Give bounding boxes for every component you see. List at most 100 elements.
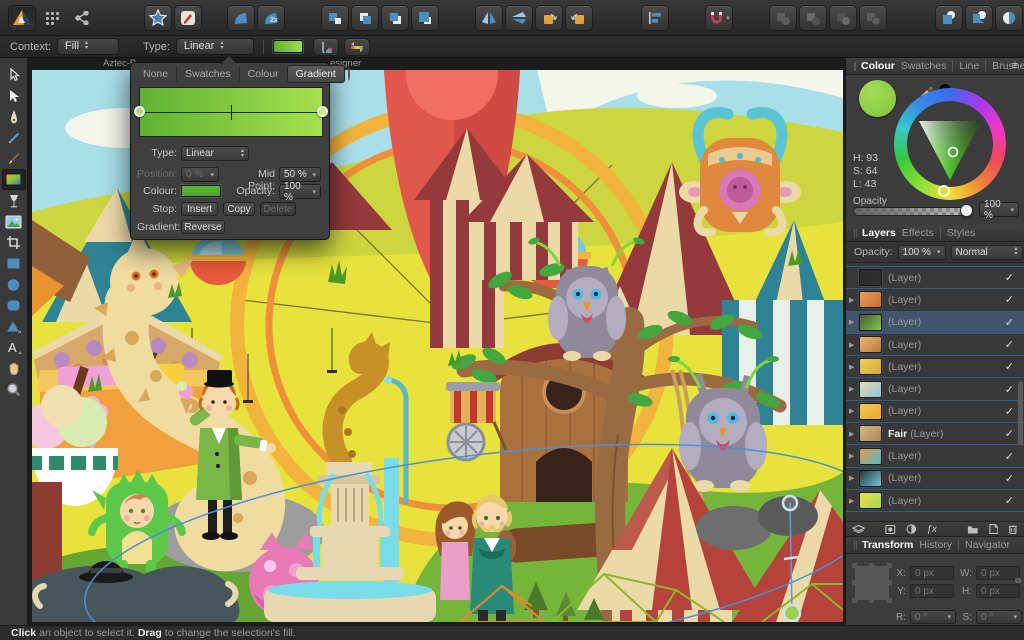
expand-arrow-icon[interactable]: ▶ (849, 385, 859, 393)
pen-tool[interactable] (2, 106, 26, 127)
w-field[interactable]: 0 px (976, 566, 1020, 580)
layer-opacity-select[interactable]: 100 %▾ (898, 245, 946, 260)
expand-arrow-icon[interactable]: ▶ (849, 318, 859, 326)
reverse-gradient-icon[interactable] (344, 38, 370, 56)
to-front-icon[interactable] (321, 5, 349, 31)
context-select[interactable]: Fill ▴▾ (57, 38, 119, 55)
tab-styles[interactable]: Styles (940, 227, 976, 239)
layer-row[interactable]: ▶ (Layer) ✓ (846, 378, 1024, 400)
tab-navigator[interactable]: Navigator (958, 539, 1010, 551)
tab-layers[interactable]: Layers (862, 227, 896, 239)
layer-row[interactable]: ▶ (Layer) ✓ (846, 334, 1024, 356)
layer-row[interactable]: (Layer) ✓ (846, 267, 1024, 289)
draw-persona-icon[interactable] (144, 5, 172, 31)
stop-colour-swatch[interactable] (181, 185, 221, 197)
layer-row[interactable]: ▶ Fair (Layer) ✓ (846, 423, 1024, 445)
flip-horizontal-icon[interactable] (475, 5, 503, 31)
place-image-tool[interactable] (2, 211, 26, 232)
snapping-dropdown-caret[interactable]: ▾ (726, 14, 730, 22)
opacity-slider-knob[interactable] (960, 204, 973, 217)
tab-swatches[interactable]: Swatches (901, 60, 947, 72)
layer-thumbnail[interactable] (859, 403, 882, 420)
delete-layer-icon[interactable] (1008, 523, 1018, 535)
boolean-intersect-icon[interactable] (829, 5, 857, 31)
layer-thumbnail[interactable] (859, 470, 882, 487)
delete-stop-button[interactable]: Delete (260, 202, 296, 216)
man-character[interactable] (470, 495, 514, 622)
layer-thumbnail[interactable] (859, 381, 882, 398)
layer-thumbnail[interactable] (859, 492, 882, 509)
pencil-tool[interactable] (2, 127, 26, 148)
panel-grip[interactable] (854, 229, 857, 238)
layer-thumbnail[interactable] (859, 425, 882, 442)
opacity-slider[interactable] (853, 207, 973, 216)
view-tool[interactable] (2, 358, 26, 379)
ellipse-tool[interactable] (2, 274, 26, 295)
link-dimensions-icon[interactable]: ⧉ (1015, 576, 1021, 586)
tab-effects[interactable]: Effects (902, 227, 934, 239)
move-tool[interactable] (2, 64, 26, 85)
gradient-stop-start[interactable] (134, 106, 145, 117)
layer-visibility-checkbox[interactable]: ✓ (1005, 271, 1014, 284)
new-group-icon[interactable] (967, 524, 979, 535)
reverse-gradient-button[interactable]: Reverse (181, 220, 225, 234)
layer-visibility-checkbox[interactable]: ✓ (1005, 293, 1014, 306)
triangle-tool[interactable] (2, 316, 26, 337)
tab-swatches[interactable]: Swatches (177, 66, 240, 82)
blend-mode-select[interactable]: Normal▴▾ (951, 245, 1023, 260)
expand-arrow-icon[interactable]: ▶ (849, 430, 859, 438)
tab-none[interactable]: None (135, 66, 177, 82)
expand-arrow-icon[interactable]: ▶ (849, 341, 859, 349)
layer-thumbnail[interactable] (859, 336, 882, 353)
layer-row[interactable]: ▶ (Layer) ✓ (846, 490, 1024, 512)
artistic-text-tool[interactable]: A (2, 337, 26, 358)
grid-icon[interactable] (38, 5, 66, 31)
layer-visibility-checkbox[interactable]: ✓ (1005, 360, 1014, 373)
layer-thumbnail[interactable] (859, 448, 882, 465)
layer-visibility-checkbox[interactable]: ✓ (1005, 405, 1014, 418)
panel-menu-icon[interactable]: ≡ (1012, 60, 1018, 72)
gradient-end-handle[interactable] (784, 605, 800, 621)
layer-row[interactable]: ▶ (Layer) ✓ (846, 468, 1024, 490)
layer-row[interactable]: ▶ (Layer) ✓ (846, 312, 1024, 334)
tab-line[interactable]: Line (952, 60, 979, 72)
rotate-ccw-icon[interactable] (535, 5, 563, 31)
layer-visibility-checkbox[interactable]: ✓ (1005, 338, 1014, 351)
tab-colour[interactable]: Colour (240, 66, 287, 82)
anchor-point-selector[interactable] (855, 566, 889, 600)
copy-stop-button[interactable]: Copy (223, 202, 255, 216)
rectangle-tool[interactable] (2, 253, 26, 274)
backward-icon[interactable] (381, 5, 409, 31)
rotate-cw-icon[interactable] (565, 5, 593, 31)
rounded-rectangle-tool[interactable] (2, 295, 26, 316)
forward-icon[interactable] (351, 5, 379, 31)
gradient-editor[interactable] (139, 87, 323, 137)
layer-visibility-checkbox[interactable]: ✓ (1005, 427, 1014, 440)
expand-arrow-icon[interactable]: ▶ (849, 497, 859, 505)
gradient-type-select[interactable]: Linear▴▾ (181, 146, 249, 161)
transparency-tool[interactable] (2, 190, 26, 211)
gradient-start-handle[interactable] (783, 496, 797, 510)
stop-opacity-select[interactable]: 100 %▾ (279, 184, 321, 199)
h-field[interactable]: 0 px (976, 584, 1020, 598)
share-icon[interactable] (68, 5, 96, 31)
layers-stack-icon[interactable] (852, 524, 865, 535)
layers-scrollbar[interactable] (1018, 381, 1023, 445)
pixel-persona-icon[interactable] (174, 5, 202, 31)
geometry-add-icon[interactable] (935, 5, 963, 31)
tab-colour[interactable]: Colour (861, 60, 895, 72)
layer-thumbnail[interactable] (859, 314, 882, 331)
rotation-select[interactable]: 0 °▾ (910, 610, 956, 624)
layer-row[interactable]: ▶ (Layer) ✓ (846, 401, 1024, 423)
align-icon[interactable] (641, 5, 669, 31)
node-tool[interactable] (2, 85, 26, 106)
gradient-midpoint[interactable] (231, 105, 232, 120)
fill-type-select[interactable]: Linear ▴▾ (176, 38, 254, 55)
noise-swatch[interactable] (348, 67, 350, 81)
tab-history[interactable]: History (919, 539, 952, 551)
expand-arrow-icon[interactable]: ▶ (849, 296, 859, 304)
to-back-icon[interactable] (411, 5, 439, 31)
flip-vertical-icon[interactable] (505, 5, 533, 31)
layer-thumbnail[interactable] (859, 269, 882, 286)
revert-fill-icon[interactable] (313, 38, 339, 56)
